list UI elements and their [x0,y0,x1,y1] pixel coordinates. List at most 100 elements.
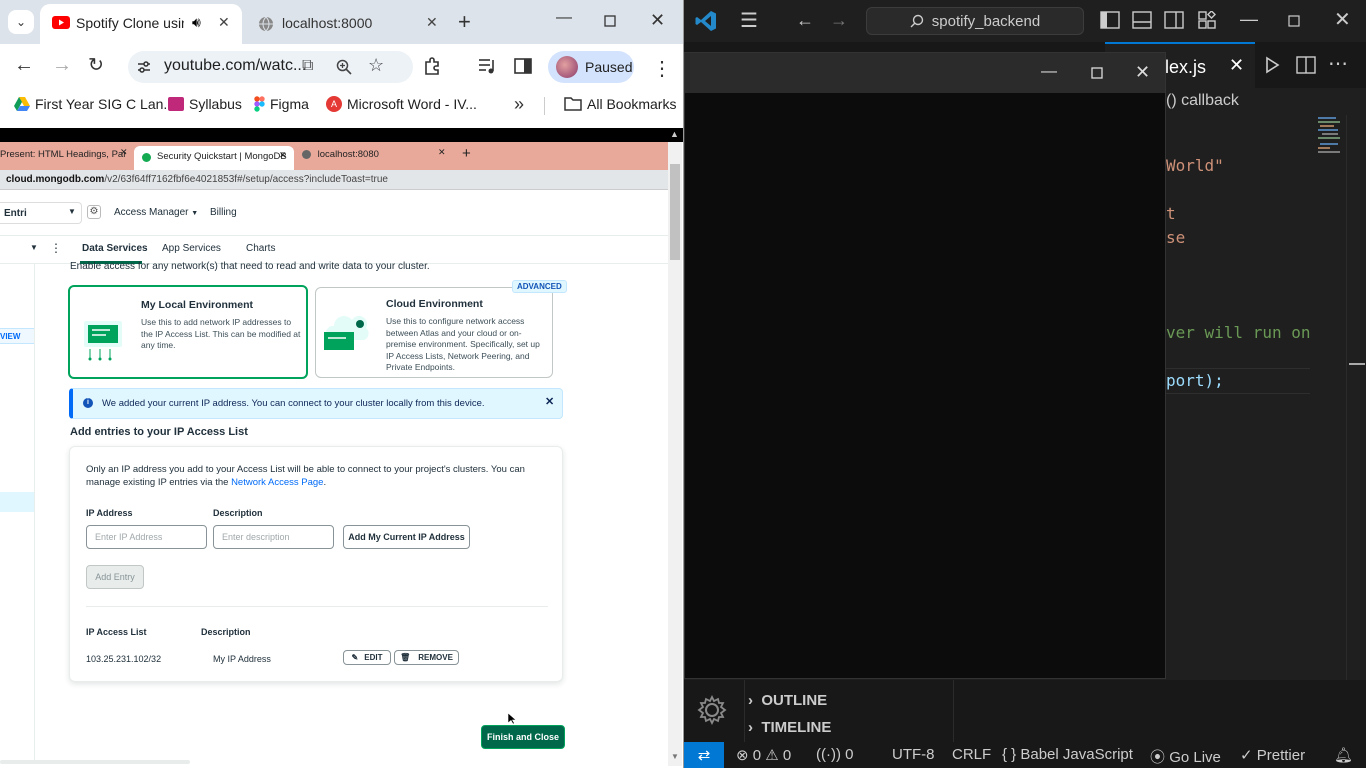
bookmark-figma[interactable]: Figma [254,96,309,112]
vscode-titlebar: ☰ ← → spotify_backend — ✕ [684,0,1366,42]
chrome-menu-icon[interactable]: ⋮ [652,56,672,81]
forward-arrow-icon[interactable]: → [830,11,848,29]
access-manager-menu[interactable]: Access Manager ▼ [114,207,198,218]
edit-entry-button[interactable]: ✎ EDIT [343,650,391,665]
billing-link[interactable]: Billing [210,207,237,218]
extensions-puzzle-icon[interactable] [422,56,442,76]
eol-indicator[interactable]: CRLF [952,746,991,763]
org-selector[interactable]: Entri ▼ [0,202,82,224]
status-bar: ⇄ ⊗ 0 ⚠ 0 ((·)) 0 UTF-8 CRLF { } Babel J… [684,742,1366,768]
manage-gear-icon[interactable] [696,694,728,726]
env-card-local[interactable]: My Local Environment Use this to add net… [68,285,308,379]
tab-close-icon[interactable]: ✕ [218,14,230,31]
toast-close-icon[interactable]: ✕ [545,395,554,408]
tab-close-icon[interactable]: ✕ [1229,55,1244,76]
more-vertical-icon[interactable]: ⋮ [50,241,62,255]
tab-title: Spotify Clone using [76,15,184,31]
settings-gear-icon[interactable]: ⚙ [87,205,101,219]
menu-icon[interactable]: ☰ [740,11,758,31]
notifications-bell-icon[interactable]: 🔔︎ [1334,746,1353,764]
more-bookmarks-chevron-icon[interactable]: » [514,94,524,115]
tab-localhost-8000[interactable]: localhost:8000 ✕ [248,4,446,44]
encoding-indicator[interactable]: UTF-8 [892,746,935,763]
remove-entry-button[interactable]: 🗑︎ REMOVE [394,650,459,665]
run-icon[interactable] [1264,56,1280,74]
sidebar-selected-item [0,492,34,512]
tab-close-icon[interactable]: ✕ [426,14,438,31]
bookmark-first-year[interactable]: First Year SIG C Lan... [14,96,175,112]
env-cloud-title: Cloud Environment [386,298,483,310]
command-center-search[interactable]: spotify_backend [866,7,1084,35]
media-controls-icon[interactable] [478,57,496,75]
minimap[interactable] [1316,115,1342,715]
timeline-section[interactable]: › TIMELINE [748,719,831,736]
bookmark-star-icon[interactable]: ☆ [368,55,384,76]
scroll-up-icon: ▲ [670,129,679,139]
toggle-sidebar-icon[interactable] [1100,11,1120,29]
all-bookmarks-folder[interactable]: All Bookmarks [564,96,676,112]
breadcrumb[interactable]: () callback [1166,92,1239,110]
env-cloud-desc: Use this to configure network access bet… [386,316,540,372]
toggle-panel-icon[interactable] [1132,11,1152,29]
check-double-icon: ✓ [1240,747,1253,764]
bookmark-word[interactable]: A Microsoft Word - IV... [326,96,477,112]
tab-search-chevron-icon[interactable]: ⌄ [8,10,34,34]
add-current-ip-button[interactable]: Add My Current IP Address [343,525,470,549]
reload-icon[interactable]: ↻ [88,54,104,77]
error-icon: ⊗ [736,747,749,764]
prettier-indicator[interactable]: ✓ Prettier [1240,746,1305,764]
address-bar[interactable]: youtube.com/watc... ⧉ ☆ [128,51,413,83]
tab-spotify-clone[interactable]: Spotify Clone using 🔊︎ ✕ [40,4,242,44]
caret-down-icon[interactable]: ▼ [30,243,38,252]
globe-icon [302,149,311,159]
close-icon[interactable]: ✕ [650,10,665,31]
vscode-logo-icon [695,11,716,31]
atlas-project-nav: ▼ ⋮ Data Services App Services Charts [0,236,668,264]
close-icon[interactable]: ✕ [1135,62,1150,83]
problems-indicator[interactable]: ⊗ 0 ⚠ 0 [736,746,791,764]
customize-layout-icon[interactable] [1198,11,1216,29]
youtube-icon [52,16,70,29]
minimize-icon[interactable]: — [556,9,572,27]
back-arrow-icon[interactable]: ← [796,11,814,29]
toggle-secondary-sidebar-icon[interactable] [1164,11,1184,29]
open-in-app-icon[interactable]: ⧉ [302,57,313,75]
new-tab-plus-icon[interactable]: + [458,9,471,35]
close-icon[interactable]: ✕ [1334,10,1351,30]
env-card-cloud[interactable]: Cloud Environment Use this to configure … [315,287,553,378]
zoom-icon[interactable] [336,59,352,75]
back-arrow-icon[interactable]: ← [14,54,34,77]
profile-paused-button[interactable]: Paused [548,51,634,83]
language-indicator[interactable]: { } Babel JavaScript [1002,746,1133,763]
add-entry-button[interactable]: Add Entry [86,565,144,589]
outline-section[interactable]: › OUTLINE [748,692,827,709]
finish-and-close-button[interactable]: Finish and Close [481,725,565,749]
minimize-icon[interactable]: — [1240,10,1258,28]
speaker-icon[interactable]: 🔊︎ [192,14,201,31]
split-editor-icon[interactable] [1296,56,1316,74]
tab-data-services[interactable]: Data Services [82,243,148,254]
code-line-3: se [1166,228,1186,247]
maximize-icon[interactable] [604,15,616,27]
network-access-link[interactable]: Network Access Page [231,477,323,488]
site-info-icon[interactable] [136,59,152,75]
maximize-icon[interactable] [1288,15,1300,27]
editor-scrollbar[interactable] [1346,115,1366,715]
forward-arrow-icon[interactable]: → [52,54,72,77]
tab-app-services[interactable]: App Services [162,243,221,254]
advanced-badge: ADVANCED [512,280,567,293]
ip-address-input[interactable]: Enter IP Address [86,525,207,549]
minimize-icon[interactable]: — [1041,63,1057,81]
horizontal-scroll-thumb [0,760,190,764]
side-panel-icon[interactable] [514,57,532,75]
description-input[interactable]: Enter description [213,525,334,549]
maximize-icon[interactable] [1091,67,1103,79]
floating-window: — ✕ [684,52,1166,679]
remote-indicator-icon[interactable]: ⇄ [684,742,724,768]
more-actions-icon[interactable]: ⋯ [1328,54,1348,74]
go-live-button[interactable]: ⦿ Go Live [1150,746,1221,767]
ports-indicator[interactable]: ((·)) 0 [816,746,854,763]
bookmark-syllabus[interactable]: Syllabus [168,96,242,112]
chevron-right-icon: › [748,719,753,736]
tab-charts[interactable]: Charts [246,243,275,254]
